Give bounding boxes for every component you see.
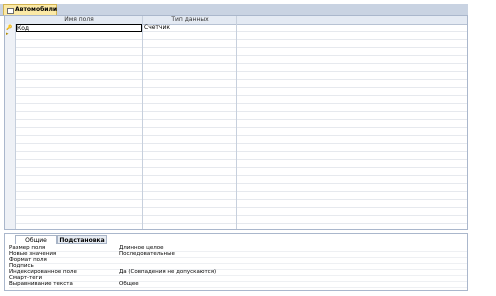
row-selector-column[interactable] bbox=[5, 24, 16, 229]
field-properties-panel: Общие Подстановка Размер поля Длинное це… bbox=[4, 233, 468, 291]
table-icon bbox=[7, 8, 14, 14]
column-divider bbox=[236, 16, 237, 229]
property-value[interactable]: Общее bbox=[119, 281, 139, 287]
document-tab[interactable]: Автомобили bbox=[3, 4, 57, 15]
tab-lookup[interactable]: Подстановка bbox=[57, 235, 107, 244]
property-row[interactable]: Выравнивание текста Общее bbox=[9, 281, 467, 288]
column-header-data-type[interactable]: Тип данных bbox=[143, 16, 237, 24]
field-name-cell[interactable]: Код bbox=[16, 24, 142, 32]
property-label: Выравнивание текста bbox=[9, 281, 73, 287]
data-type-cell[interactable]: Счетчик bbox=[144, 24, 236, 32]
column-divider bbox=[142, 16, 143, 229]
field-design-grid[interactable]: Имя поля Тип данных 🔑▸ Код Счетчик bbox=[4, 15, 468, 230]
column-header-field-name[interactable]: Имя поля bbox=[15, 16, 143, 24]
tab-general[interactable]: Общие bbox=[15, 235, 57, 244]
document-tab-label: Автомобили bbox=[15, 6, 58, 13]
primary-key-icon: 🔑▸ bbox=[6, 25, 13, 37]
